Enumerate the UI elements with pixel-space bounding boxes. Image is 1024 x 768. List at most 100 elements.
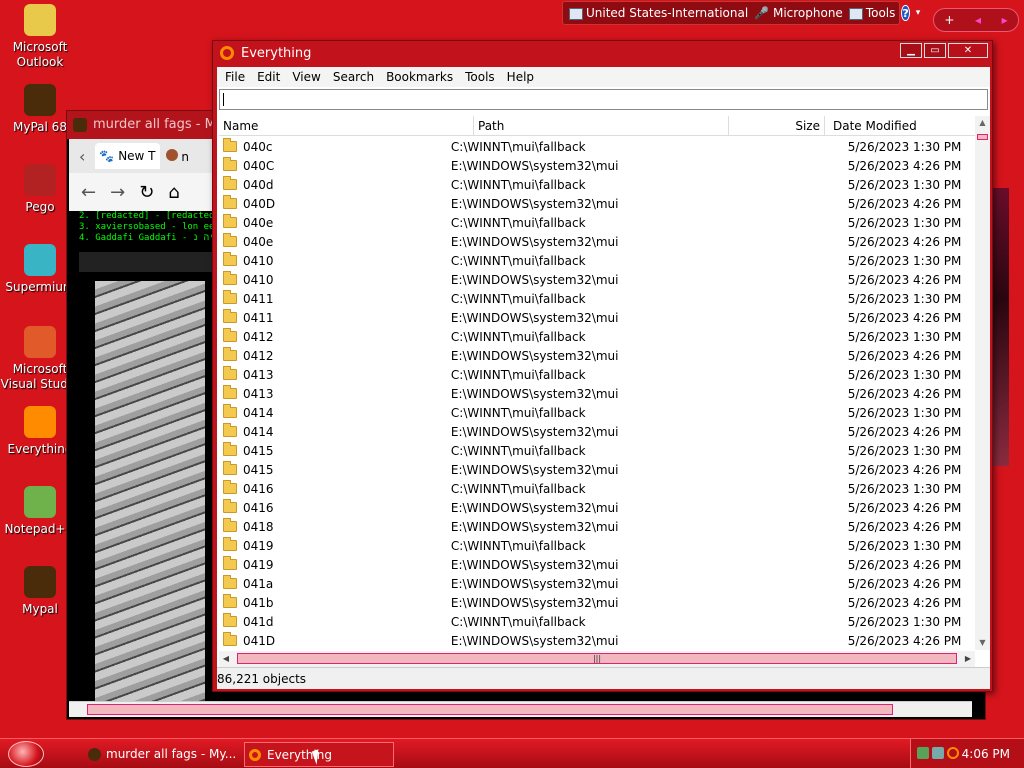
table-row[interactable]: 040e E:\WINDOWS\system32\mui 5/26/2023 4:2… <box>219 232 975 251</box>
cell-date: 5/26/2023 1:30 PM <box>847 329 962 344</box>
table-row[interactable]: 0413 E:\WINDOWS\system32\mui 5/26/2023 4:2… <box>219 384 975 403</box>
table-row[interactable]: 040e C:\WINNT\mui\fallback 5/26/2023 1:30 … <box>219 213 975 232</box>
close-button[interactable]: ✕ <box>948 43 988 58</box>
help-icon[interactable]: ? <box>901 5 910 21</box>
scroll-left-icon[interactable]: ◀ <box>219 651 233 667</box>
table-row[interactable]: 0419 C:\WINNT\mui\fallback 5/26/2023 1:30 … <box>219 536 975 555</box>
search-input[interactable] <box>219 89 988 110</box>
taskbar-item-browser[interactable]: murder all fags - My... <box>84 742 236 767</box>
table-row[interactable]: 0416 E:\WINDOWS\system32\mui 5/26/2023 4:2… <box>219 498 975 517</box>
folder-icon <box>223 423 237 437</box>
tab-active[interactable]: n <box>160 143 195 170</box>
column-path[interactable]: Path <box>474 116 729 135</box>
scroll-right-icon[interactable]: ▶ <box>961 651 975 667</box>
table-row[interactable]: 0413 C:\WINNT\mui\fallback 5/26/2023 1:30 … <box>219 365 975 384</box>
menu-search[interactable]: Search <box>327 70 380 84</box>
vertical-scrollbar[interactable]: ▲ ▼ <box>975 116 990 650</box>
next-icon[interactable]: ▸ <box>1002 13 1008 27</box>
microphone-icon: 🎤 <box>754 6 770 20</box>
page-text-list: 2. [redacted] - [redacted] 3. xaviersoba… <box>79 211 219 281</box>
table-row[interactable]: 0414 E:\WINDOWS\system32\mui 5/26/2023 4:2… <box>219 422 975 441</box>
cell-date: 5/26/2023 4:26 PM <box>847 595 962 610</box>
folder-icon <box>223 404 237 418</box>
table-row[interactable]: 0414 C:\WINNT\mui\fallback 5/26/2023 1:30 … <box>219 403 975 422</box>
folder-icon <box>223 499 237 513</box>
table-row[interactable]: 0411 E:\WINDOWS\system32\mui 5/26/2023 4:2… <box>219 308 975 327</box>
prev-icon[interactable]: ◂ <box>975 13 981 27</box>
list-item[interactable]: 2. [redacted] - [redacted] <box>79 211 219 222</box>
menu-bookmarks[interactable]: Bookmarks <box>380 70 459 84</box>
table-row[interactable]: 0419 E:\WINDOWS\system32\mui 5/26/2023 4:2… <box>219 555 975 574</box>
column-size[interactable]: Size <box>729 116 825 135</box>
column-name[interactable]: Name <box>219 116 474 135</box>
window-title: Everything <box>241 46 312 61</box>
maximize-button[interactable]: ▭ <box>924 43 946 58</box>
table-row[interactable]: 0412 C:\WINNT\mui\fallback 5/26/2023 1:30 … <box>219 327 975 346</box>
scrollbar-thumb[interactable] <box>87 704 893 715</box>
everything-window: Everything ▁ ▭ ✕ File Edit View Search B… <box>212 40 993 692</box>
list-item[interactable]: 4. Gaddafi Gaddafi - בדיה נ <box>79 233 219 244</box>
everything-title-bar[interactable]: Everything ▁ ▭ ✕ <box>213 41 992 67</box>
language-selector[interactable]: United States-International <box>569 6 748 20</box>
cell-date: 5/26/2023 1:30 PM <box>847 139 962 154</box>
minimize-button[interactable]: ▁ <box>900 43 922 58</box>
menu-tools[interactable]: Tools <box>459 70 501 84</box>
table-row[interactable]: 040d C:\WINNT\mui\fallback 5/26/2023 1:30 … <box>219 175 975 194</box>
table-row[interactable]: 040D E:\WINDOWS\system32\mui 5/26/2023 4:2… <box>219 194 975 213</box>
back-icon[interactable]: ← <box>81 182 96 203</box>
cell-name: 041d <box>219 613 445 629</box>
column-date-modified[interactable]: Date Modified <box>825 116 975 135</box>
table-row[interactable]: 040c C:\WINNT\mui\fallback 5/26/2023 1:30 … <box>219 137 975 156</box>
horizontal-scrollbar[interactable]: ◀ ||| ▶ <box>219 651 975 667</box>
cell-name: 040C <box>219 157 445 173</box>
vertical-scrollbar-thumb[interactable] <box>977 134 988 140</box>
list-item[interactable]: 3. xaviersobased - lon een h <box>79 222 219 233</box>
forward-icon[interactable]: → <box>110 182 125 203</box>
page-toolbar <box>79 252 219 272</box>
cell-name: 0413 <box>219 385 445 401</box>
table-row[interactable]: 041d C:\WINNT\mui\fallback 5/26/2023 1:30 … <box>219 612 975 631</box>
cell-name: 0413 <box>219 366 445 382</box>
everything-tray-icon[interactable] <box>947 747 959 759</box>
microphone-button[interactable]: 🎤 Microphone <box>754 6 843 20</box>
table-row[interactable]: 040C E:\WINDOWS\system32\mui 5/26/2023 4:2… <box>219 156 975 175</box>
desktop-icon-outlook[interactable]: Microsoft Outlook <box>0 4 80 70</box>
table-row[interactable]: 0415 E:\WINDOWS\system32\mui 5/26/2023 4:2… <box>219 460 975 479</box>
menu-help[interactable]: Help <box>501 70 540 84</box>
tab-new[interactable]: 🐾 New T <box>95 143 160 169</box>
add-gadget-icon[interactable]: + <box>944 13 954 27</box>
table-row[interactable]: 0416 C:\WINNT\mui\fallback 5/26/2023 1:30 … <box>219 479 975 498</box>
security-icon[interactable] <box>932 747 944 759</box>
table-row[interactable]: 041b E:\WINDOWS\system32\mui 5/26/2023 4:2… <box>219 593 975 612</box>
table-row[interactable]: 0410 E:\WINDOWS\system32\mui 5/26/2023 4:2… <box>219 270 975 289</box>
table-row[interactable]: 041D E:\WINDOWS\system32\mui 5/26/2023 4:2… <box>219 631 975 650</box>
langbar-options-icon[interactable]: ▾ <box>916 8 921 18</box>
table-row[interactable]: 041a E:\WINDOWS\system32\mui 5/26/2023 4:2… <box>219 574 975 593</box>
menu-file[interactable]: File <box>219 70 251 84</box>
start-button[interactable] <box>8 741 44 767</box>
menu-edit[interactable]: Edit <box>251 70 286 84</box>
scroll-down-icon[interactable]: ▼ <box>975 636 990 650</box>
tab-scroll-left-icon[interactable]: ‹ <box>69 147 95 166</box>
network-icon[interactable] <box>917 747 929 759</box>
home-icon[interactable]: ⌂ <box>168 182 179 203</box>
cell-name: 040e <box>219 233 445 249</box>
browser-app-icon <box>73 118 87 132</box>
browser-horizontal-scrollbar[interactable] <box>69 701 972 717</box>
table-row[interactable]: 0418 E:\WINDOWS\system32\mui 5/26/2023 4:2… <box>219 517 975 536</box>
menu-view[interactable]: View <box>286 70 326 84</box>
search-icon <box>220 46 234 60</box>
table-row[interactable]: 0415 C:\WINNT\mui\fallback 5/26/2023 1:30 … <box>219 441 975 460</box>
clock[interactable]: 4:06 PM <box>962 747 1010 761</box>
folder-icon <box>223 575 237 589</box>
folder-icon <box>223 461 237 475</box>
folder-icon <box>223 366 237 380</box>
table-row[interactable]: 0411 C:\WINNT\mui\fallback 5/26/2023 1:30 … <box>219 289 975 308</box>
horizontal-scrollbar-thumb[interactable]: ||| <box>237 653 957 664</box>
table-row[interactable]: 0410 C:\WINNT\mui\fallback 5/26/2023 1:30 … <box>219 251 975 270</box>
reload-icon[interactable]: ↻ <box>139 182 154 203</box>
cell-path: C:\WINNT\mui\fallback <box>450 329 586 344</box>
tools-button[interactable]: Tools <box>848 6 895 20</box>
table-row[interactable]: 0412 E:\WINDOWS\system32\mui 5/26/2023 4:2… <box>219 346 975 365</box>
scroll-up-icon[interactable]: ▲ <box>975 116 990 130</box>
